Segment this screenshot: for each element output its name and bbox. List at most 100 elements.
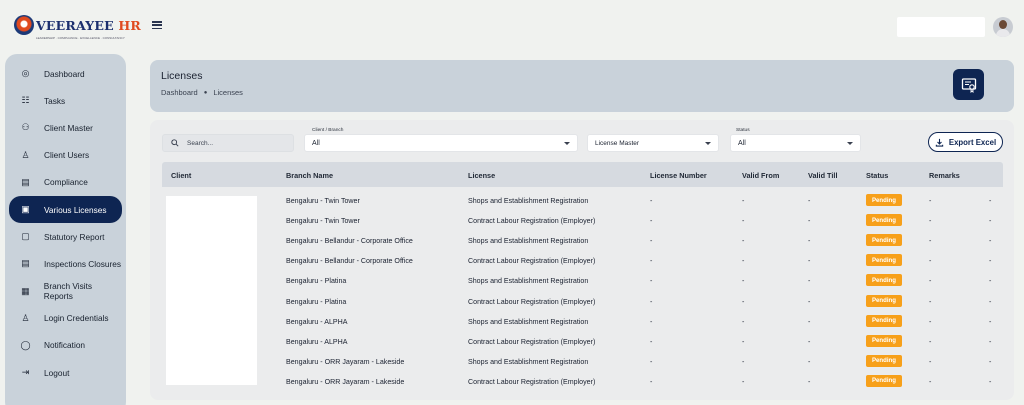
cell-branch-name: Bengaluru - Platina [286,277,347,286]
table-row[interactable]: Bengaluru - ALPHA Shops and Establishment… [162,312,1003,332]
cell-license-number: - [650,257,653,266]
cell-license: Contract Labour Registration (Employer) [468,297,596,306]
sidebar-item-logout[interactable]: ⇥ Logout [9,359,122,386]
table-header: Client Branch Name License License Numbe… [162,162,1003,187]
cell-branch-name: Bengaluru - ORR Jayaram - Lakeside [286,357,405,366]
cell-valid-from: - [742,297,745,306]
sidebar-item-tasks[interactable]: ☷ Tasks [9,87,122,114]
sidebar-item-compliance[interactable]: ▤ Compliance [9,169,122,196]
logout-icon: ⇥ [21,367,30,378]
table-row[interactable]: Bengaluru - Twin Tower Shops and Establis… [162,191,1003,211]
cell-extra: - [989,277,992,286]
client-branch-select[interactable]: All [304,134,578,152]
cell-license-number: - [650,337,653,346]
client-branch-value: All [312,139,320,147]
cell-valid-from: - [742,277,745,286]
cell-valid-from: - [742,357,745,366]
sidebar-item-inspections-closures[interactable]: ▤ Inspections Closures [9,250,122,277]
breadcrumb-current: Licenses [213,88,243,97]
sidebar-item-various-licenses[interactable]: ▣ Various Licenses [9,195,122,224]
table-row[interactable]: Bengaluru - Bellandur - Corporate Office… [162,251,1003,271]
table-row[interactable]: Bengaluru - Platina Shops and Establishme… [162,271,1003,291]
brand-logo[interactable]: VEERAYEE HR LEADERSHIP · COMPLIANCE · EX… [14,15,141,40]
table-row[interactable]: Bengaluru - Bellandur - Corporate Office… [162,231,1003,251]
inspection-icon: ▤ [21,258,30,269]
cell-license-number: - [650,297,653,306]
brand-tagline: LEADERSHIP · COMPLIANCE · EXCELLENCE · C… [36,36,125,40]
col-valid-till[interactable]: Valid Till [808,171,837,180]
sidebar-item-label: Compliance [44,177,88,188]
export-excel-button[interactable]: Export Excel [928,132,1003,152]
page-header: Licenses Dashboard ● Licenses [150,60,1014,112]
license-master-value: License Master [595,139,640,147]
status-select[interactable]: All [730,134,861,152]
sidebar-item-statutory-report[interactable]: ▢ Statutory Report [9,223,122,250]
search-icon [171,139,179,147]
compliance-icon: ▤ [21,176,30,187]
search-input[interactable]: Search... [162,134,294,152]
sidebar-item-dashboard[interactable]: ◎ Dashboard [9,60,122,87]
table-row[interactable]: Bengaluru - Platina Contract Labour Regis… [162,292,1003,312]
logo-icon [14,15,34,35]
cell-extra: - [989,317,992,326]
top-search-input[interactable] [897,17,985,37]
cell-valid-from: - [742,197,745,205]
sidebar-item-notification[interactable]: ◯ Notification [9,332,122,359]
download-icon [935,138,944,147]
breadcrumb-dashboard[interactable]: Dashboard [161,88,198,97]
cell-license-number: - [650,277,653,286]
table-row[interactable]: Bengaluru - ORR Jayaram - Lakeside Contra… [162,372,1003,392]
cell-valid-till: - [808,317,811,326]
cell-extra: - [989,337,992,346]
license-master-select[interactable]: License Master [587,134,719,152]
cell-license: Contract Labour Registration (Employer) [468,337,596,346]
cell-valid-from: - [742,337,745,346]
status-badge: Pending [866,234,902,247]
cell-license: Contract Labour Registration (Employer) [468,377,596,386]
status-badge: Pending [866,314,902,327]
sidebar-item-label: Tasks [44,95,66,106]
avatar[interactable] [993,17,1013,37]
cell-valid-till: - [808,357,811,366]
table-row[interactable]: Bengaluru - Twin Tower Contract Labour Re… [162,211,1003,231]
breadcrumb: Dashboard ● Licenses [161,88,243,97]
col-license-number[interactable]: License Number [650,171,707,180]
licenses-card: Search... Client / Branch All License Ma… [150,120,1014,400]
cell-license: Contract Labour Registration (Employer) [468,217,596,226]
col-license[interactable]: License [468,171,495,180]
sidebar-item-label: Notification [44,340,86,351]
cell-remarks: - [929,197,932,205]
dashboard-icon: ◎ [21,68,30,79]
sidebar-item-client-master[interactable]: ⚇ Client Master [9,114,122,141]
col-valid-from[interactable]: Valid From [742,171,779,180]
sidebar-item-client-users[interactable]: ♙ Client Users [9,142,122,169]
brand-accent: HR [118,17,141,33]
table-row[interactable]: Bengaluru - ALPHA Contract Labour Registr… [162,332,1003,352]
sidebar-item-label: Statutory Report [44,231,105,242]
col-status[interactable]: Status [866,171,888,180]
cell-extra: - [989,377,992,386]
menu-toggle-icon[interactable] [152,21,162,29]
cell-branch-name: Bengaluru - ALPHA [286,317,348,326]
cell-valid-till: - [808,197,811,205]
sidebar-item-label: Dashboard [44,68,85,79]
client-branch-label: Client / Branch [312,128,344,133]
cell-license-number: - [650,317,653,326]
col-remarks[interactable]: Remarks [929,171,960,180]
status-label: Status [736,128,750,133]
sidebar-item-login-credentials[interactable]: ♙ Login Credentials [9,305,122,332]
cell-valid-till: - [808,257,811,266]
cell-license-number: - [650,197,653,205]
breadcrumb-separator: ● [203,89,208,96]
cell-license: Shops and Establishment Registration [468,197,589,205]
cell-branch-name: Bengaluru - Twin Tower [286,217,360,226]
cell-license-number: - [650,217,653,226]
chevron-down-icon [705,141,711,145]
col-branch-name[interactable]: Branch Name [286,171,333,180]
sidebar-item-branch-visits-reports[interactable]: ▦ Branch Visits Reports [9,278,122,305]
cell-license-number: - [650,237,653,246]
col-client[interactable]: Client [171,171,191,180]
table-row[interactable]: Bengaluru - ORR Jayaram - Lakeside Shops … [162,352,1003,372]
certificate-icon [953,69,984,100]
status-value: All [738,139,746,147]
